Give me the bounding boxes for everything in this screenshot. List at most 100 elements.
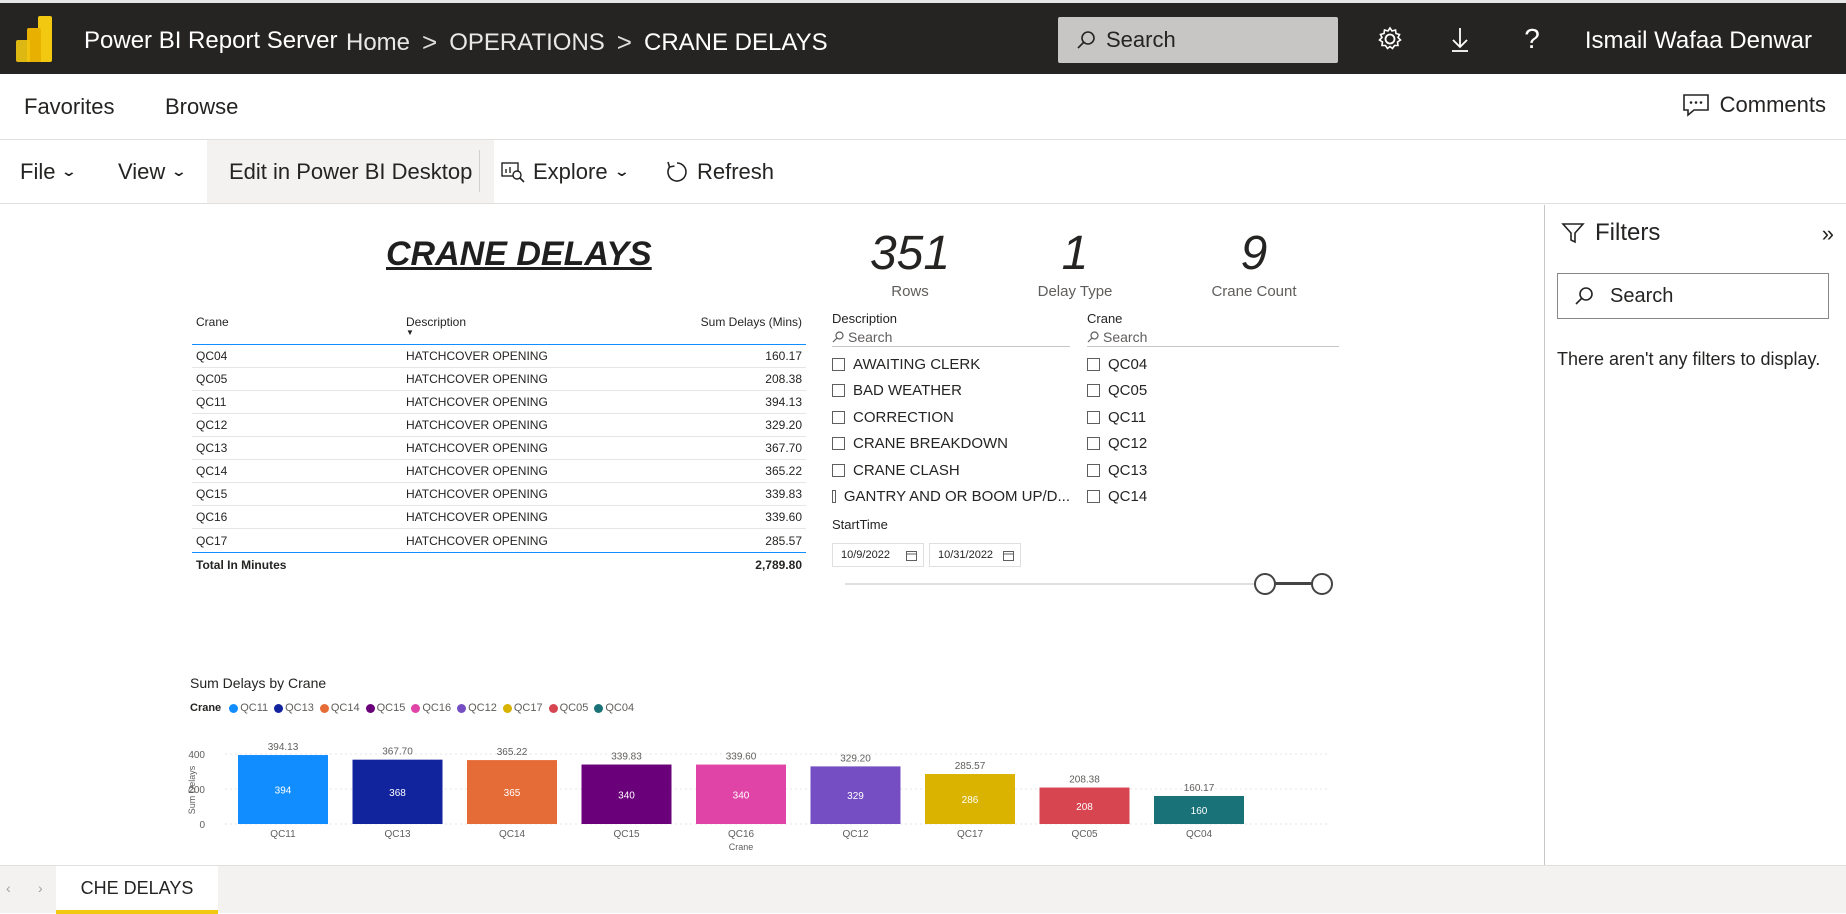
data-label-inside: 340 (733, 790, 750, 801)
slicer-option[interactable]: CRANE CLASH (832, 457, 1070, 484)
checkbox[interactable] (1087, 384, 1100, 398)
data-label-top: 339.83 (611, 752, 642, 763)
date-slider-start-handle[interactable] (1254, 573, 1276, 595)
filters-search-placeholder: Search (1610, 284, 1674, 307)
nav-browse[interactable]: Browse (165, 94, 238, 120)
end-date-input[interactable]: 10/31/2022 (929, 543, 1021, 567)
collapse-filters-icon[interactable]: » (1822, 221, 1834, 247)
table-row[interactable]: QC14 HATCHCOVER OPENING 365.22 (192, 460, 806, 483)
legend-item[interactable]: QC12 (457, 702, 497, 714)
slicer-option[interactable]: CORRECTION (832, 404, 1070, 431)
checkbox[interactable] (1087, 463, 1100, 477)
explore-menu[interactable]: Explore ⌄ (501, 140, 630, 203)
legend-item[interactable]: QC05 (548, 702, 588, 714)
crane-search-placeholder: Search (1103, 329, 1148, 345)
cell-description: HATCHCOVER OPENING (406, 349, 548, 363)
description-slicer-search[interactable]: Search (832, 329, 1070, 347)
data-label-inside: 286 (962, 795, 979, 806)
download-icon[interactable] (1444, 23, 1476, 55)
checkbox[interactable] (832, 384, 845, 398)
table-row[interactable]: QC15 HATCHCOVER OPENING 339.83 (192, 483, 806, 506)
checkbox[interactable] (832, 463, 845, 477)
edit-in-desktop-button[interactable]: Edit in Power BI Desktop (207, 140, 495, 203)
prev-page-icon[interactable]: ‹ (6, 880, 11, 896)
checkbox[interactable] (1087, 490, 1100, 504)
search-icon (1087, 331, 1099, 343)
legend-item[interactable]: QC17 (502, 702, 543, 714)
slicer-option[interactable]: GANTRY AND OR BOOM UP/D... (832, 484, 1070, 511)
data-label-inside: 365 (504, 788, 521, 799)
legend-item[interactable]: QC15 (365, 702, 405, 714)
legend-item[interactable]: QC13 (274, 702, 314, 714)
crane-slicer-title: Crane (1087, 311, 1123, 326)
comments-button[interactable]: Comments (1682, 92, 1826, 118)
checkbox[interactable] (832, 410, 845, 424)
cell-description: HATCHCOVER OPENING (406, 510, 548, 524)
calendar-icon[interactable] (906, 550, 917, 561)
calendar-icon[interactable] (1003, 550, 1014, 561)
legend-item[interactable]: QC14 (319, 702, 360, 714)
table-row[interactable]: QC12 HATCHCOVER OPENING 329.20 (192, 414, 806, 437)
col-header-sum-delays[interactable]: Sum Delays (Mins) (676, 315, 806, 329)
user-name[interactable]: Ismail Wafaa Denwar (1585, 27, 1812, 55)
breadcrumb-operations[interactable]: OPERATIONS (449, 29, 605, 57)
gear-icon[interactable] (1374, 23, 1406, 55)
slicer-option[interactable]: QC04 (1087, 351, 1339, 378)
checkbox[interactable] (832, 437, 845, 451)
app-title[interactable]: Power BI Report Server (84, 27, 337, 55)
legend-item[interactable]: QC16 (411, 702, 451, 714)
table-row[interactable]: QC17 HATCHCOVER OPENING 285.57 (192, 529, 806, 552)
slicer-option-label: CRANE CLASH (853, 461, 960, 479)
slicer-option[interactable]: BAD WEATHER (832, 378, 1070, 405)
card-crane-count[interactable]: 9 Crane Count (1174, 227, 1334, 300)
slicer-option[interactable]: QC11 (1087, 404, 1339, 431)
nav-favorites[interactable]: Favorites (24, 94, 114, 120)
card-delay-type[interactable]: 1 Delay Type (995, 227, 1155, 300)
slicer-option[interactable]: QC12 (1087, 431, 1339, 458)
col-header-crane[interactable]: Crane (192, 315, 406, 329)
delays-table[interactable]: Crane Description ▼ Sum Delays (Mins) QC… (192, 309, 806, 576)
bar-chart[interactable]: 0200400Sum Delays394.13394QC11367.70368Q… (185, 720, 1345, 865)
card-rows[interactable]: 351 Rows (830, 227, 990, 300)
table-row[interactable]: QC16 HATCHCOVER OPENING 339.60 (192, 506, 806, 529)
table-row[interactable]: QC05 HATCHCOVER OPENING 208.38 (192, 368, 806, 391)
file-menu[interactable]: File ⌄ (20, 140, 78, 203)
data-label-top: 329.20 (840, 753, 871, 764)
crane-slicer-search[interactable]: Search (1087, 329, 1339, 347)
checkbox[interactable] (832, 490, 836, 504)
breadcrumb-home[interactable]: Home (346, 29, 410, 57)
cell-sum-delays: 339.60 (765, 510, 802, 524)
legend-dot (319, 703, 329, 713)
filters-search-input[interactable]: Search (1557, 273, 1829, 319)
col-header-description[interactable]: Description ▼ (406, 315, 676, 337)
table-row[interactable]: QC13 HATCHCOVER OPENING 367.70 (192, 437, 806, 460)
legend-label: QC13 (285, 702, 314, 714)
checkbox[interactable] (1087, 357, 1100, 371)
slicer-option[interactable]: AWAITING CLERK (832, 351, 1070, 378)
checkbox[interactable] (1087, 437, 1100, 451)
filter-icon (1561, 223, 1585, 244)
refresh-button[interactable]: Refresh (665, 140, 774, 203)
date-slider-end-handle[interactable] (1311, 573, 1333, 595)
cell-description: HATCHCOVER OPENING (406, 487, 548, 501)
slicer-option[interactable]: QC13 (1087, 457, 1339, 484)
page-tab-che-delays[interactable]: CHE DELAYS (56, 866, 218, 914)
slicer-option[interactable]: QC14 (1087, 484, 1339, 511)
sort-desc-icon: ▼ (406, 328, 414, 337)
checkbox[interactable] (1087, 410, 1100, 424)
slicer-option[interactable]: QC05 (1087, 378, 1339, 405)
report-title: CRANE DELAYS (386, 235, 652, 273)
table-row[interactable]: QC11 HATCHCOVER OPENING 394.13 (192, 391, 806, 414)
legend-item[interactable]: QC04 (594, 702, 634, 714)
help-icon[interactable]: ? (1516, 23, 1548, 55)
power-bi-logo-icon[interactable] (14, 16, 54, 64)
checkbox[interactable] (832, 357, 845, 371)
view-menu[interactable]: View ⌄ (118, 140, 187, 203)
legend-item[interactable]: QC11 (229, 702, 268, 714)
table-row[interactable]: QC04 HATCHCOVER OPENING 160.17 (192, 345, 806, 368)
slicer-option[interactable]: CRANE BREAKDOWN (832, 431, 1070, 458)
global-search-input[interactable]: Search (1058, 17, 1338, 63)
start-date-input[interactable]: 10/9/2022 (832, 543, 924, 567)
next-page-icon[interactable]: › (38, 880, 43, 896)
x-tick-label: QC13 (384, 829, 411, 840)
